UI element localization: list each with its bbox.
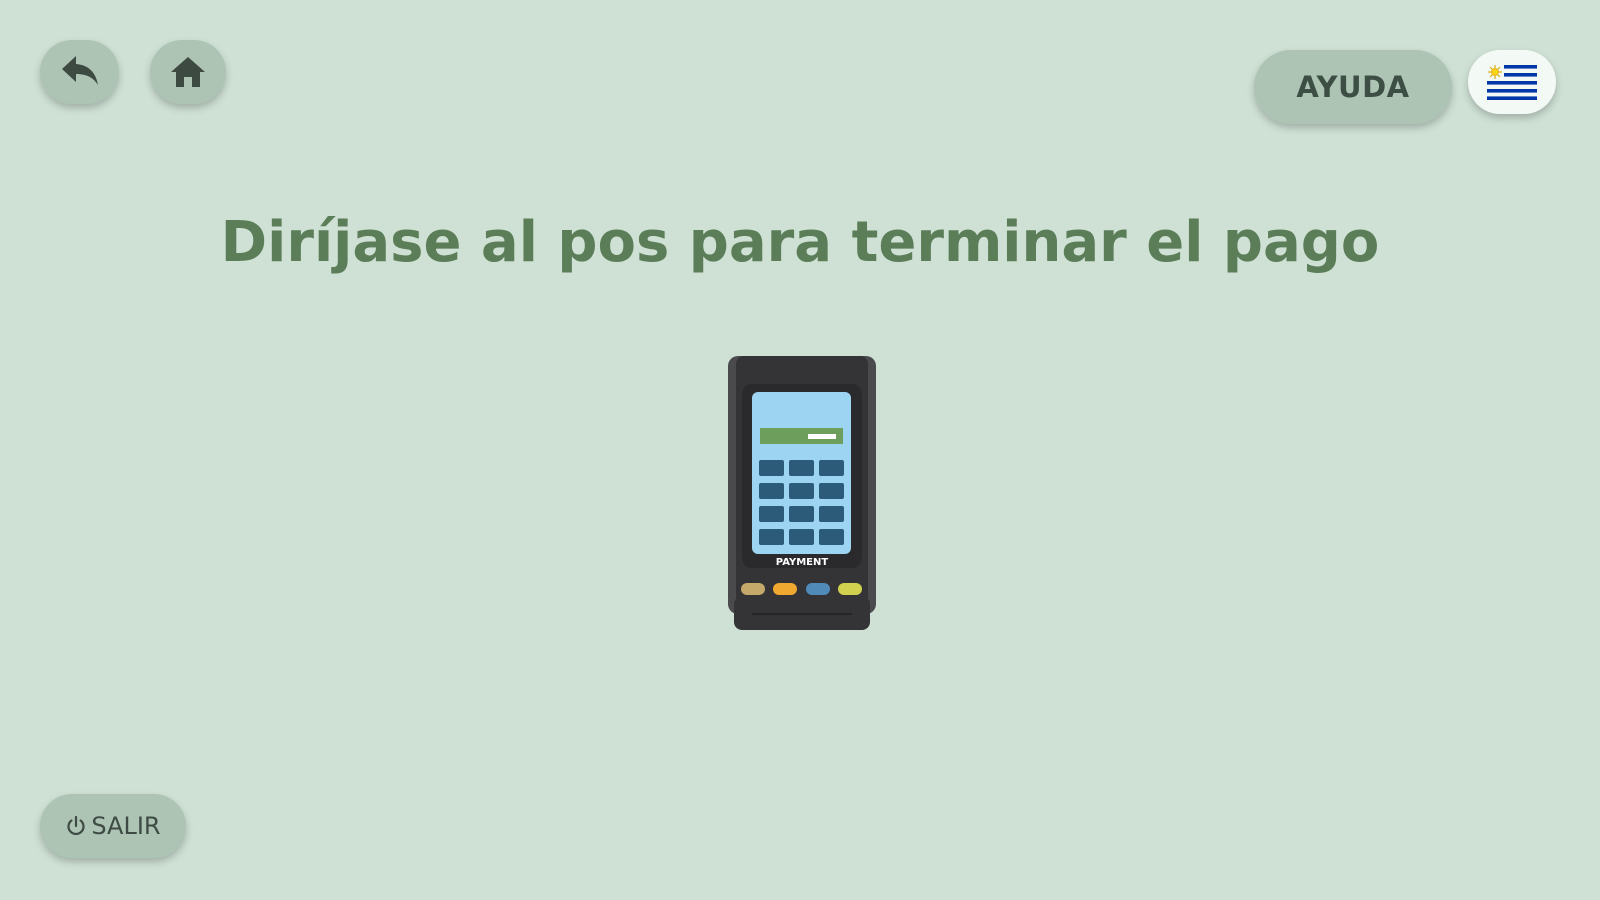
payment-terminal-icon: PAYMENT — [728, 356, 876, 630]
exit-button-label: SALIR — [91, 812, 161, 840]
help-button[interactable]: AYUDA — [1254, 50, 1452, 124]
reply-arrow-icon — [61, 56, 98, 85]
back-button[interactable] — [40, 40, 119, 104]
help-button-label: AYUDA — [1296, 70, 1410, 104]
payment-screen: AYUDA Diríjase al pos para terminar el p… — [0, 0, 1600, 900]
payment-label: PAYMENT — [776, 557, 829, 568]
language-selector-button[interactable] — [1468, 50, 1556, 114]
home-icon — [171, 57, 205, 87]
home-button[interactable] — [150, 40, 226, 104]
page-title: Diríjase al pos para terminar el pago — [220, 210, 1380, 275]
uruguay-flag-icon — [1487, 64, 1537, 100]
exit-button[interactable]: SALIR — [40, 794, 186, 858]
power-icon — [65, 815, 87, 837]
